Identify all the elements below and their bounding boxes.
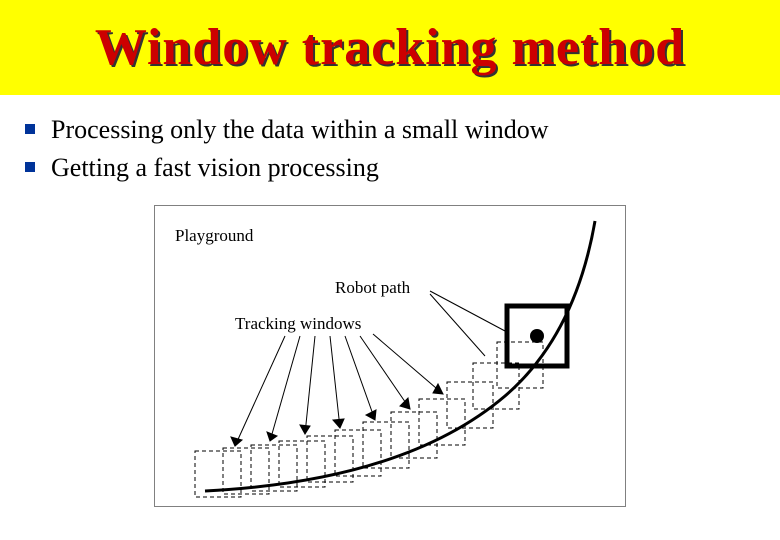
bullet-icon [25, 124, 35, 134]
arrows-group [231, 334, 443, 446]
diagram: Playground Robot path Tracking windows [154, 205, 626, 507]
robot-path-curve [205, 221, 595, 491]
robot-dot [530, 329, 544, 343]
bullet-text: Processing only the data within a small … [51, 113, 549, 147]
leader-line [430, 291, 505, 331]
leader-line [430, 294, 485, 356]
diagram-svg [155, 206, 625, 506]
slide-title: Window tracking method [95, 18, 685, 77]
list-item: Getting a fast vision processing [25, 151, 780, 185]
bullet-icon [25, 162, 35, 172]
bullet-text: Getting a fast vision processing [51, 151, 379, 185]
bullet-list: Processing only the data within a small … [25, 113, 780, 185]
list-item: Processing only the data within a small … [25, 113, 780, 147]
title-bar: Window tracking method [0, 0, 780, 95]
